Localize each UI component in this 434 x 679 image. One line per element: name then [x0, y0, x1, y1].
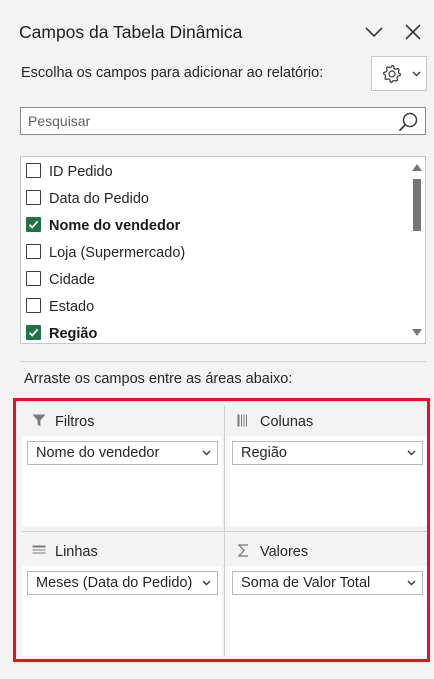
area-field-pill[interactable]: Soma de Valor Total: [232, 571, 423, 595]
area-valores: Valores Soma de Valor Total: [227, 536, 427, 656]
checkbox[interactable]: [26, 271, 41, 286]
area-drop-zone[interactable]: Soma de Valor Total: [227, 566, 427, 656]
checkmark-icon: [28, 220, 39, 229]
search-box: [20, 107, 426, 135]
gear-icon: [382, 64, 402, 84]
area-header: Filtros: [22, 406, 222, 436]
area-title: Filtros: [55, 414, 95, 430]
chevron-down-icon[interactable]: [364, 24, 384, 40]
area-drop-zone[interactable]: Região: [227, 436, 427, 526]
area-drop-zone[interactable]: Meses (Data do Pedido): [22, 566, 222, 656]
chevron-down-icon: [412, 71, 421, 77]
field-item-regiao[interactable]: Região: [21, 321, 409, 343]
drag-hint-label: Arraste os campos entre as áreas abaixo:: [24, 371, 293, 387]
checkbox-checked[interactable]: [26, 325, 41, 340]
pivot-field-list-pane: Campos da Tabela Dinâmica Escolha os cam…: [0, 0, 434, 679]
pill-label: Nome do vendedor: [36, 445, 160, 461]
search-icon[interactable]: [397, 111, 419, 133]
checkbox[interactable]: [26, 163, 41, 178]
sigma-icon: [237, 544, 248, 557]
chevron-down-icon[interactable]: [407, 450, 416, 456]
area-title: Colunas: [260, 414, 314, 430]
pill-label: Meses (Data do Pedido): [36, 575, 193, 591]
area-drop-zone[interactable]: Nome do vendedor: [22, 436, 222, 526]
pill-label: Soma de Valor Total: [241, 575, 371, 591]
pane-title: Campos da Tabela Dinâmica: [19, 22, 243, 42]
field-label: ID Pedido: [49, 164, 113, 180]
choose-fields-label: Escolha os campos para adicionar ao rela…: [21, 65, 324, 81]
columns-icon: [237, 414, 247, 427]
scroll-thumb[interactable]: [413, 179, 421, 231]
field-list: ID Pedido Data do Pedido Nome do vendedo…: [20, 156, 426, 344]
chevron-down-icon[interactable]: [202, 450, 211, 456]
area-header: Colunas: [227, 406, 427, 436]
pill-label: Região: [241, 445, 287, 461]
checkbox-checked[interactable]: [26, 217, 41, 232]
checkbox[interactable]: [26, 244, 41, 259]
checkbox[interactable]: [26, 298, 41, 313]
field-label: Loja (Supermercado): [49, 245, 186, 261]
checkmark-icon: [28, 328, 39, 337]
scroll-up-arrow-icon[interactable]: [412, 164, 422, 171]
field-item-cidade[interactable]: Cidade: [21, 267, 409, 294]
rows-icon: [32, 545, 46, 554]
field-label: Cidade: [49, 272, 95, 288]
field-item-estado[interactable]: Estado: [21, 294, 409, 321]
chevron-down-icon[interactable]: [202, 580, 211, 586]
field-item-data-do-pedido[interactable]: Data do Pedido: [21, 186, 409, 213]
area-linhas: Linhas Meses (Data do Pedido): [22, 536, 222, 656]
field-label: Data do Pedido: [49, 191, 149, 207]
area-filtros: Filtros Nome do vendedor: [22, 406, 222, 526]
section-divider: [20, 361, 426, 362]
pivot-areas: Filtros Nome do vendedor Colunas Região …: [13, 398, 430, 662]
field-list-scrollbar[interactable]: [408, 157, 425, 343]
area-field-pill[interactable]: Nome do vendedor: [27, 441, 218, 465]
area-horizontal-divider: [22, 531, 427, 532]
area-title: Linhas: [55, 544, 98, 560]
field-label: Região: [49, 326, 98, 342]
field-item-id-pedido[interactable]: ID Pedido: [21, 159, 409, 186]
area-field-pill[interactable]: Meses (Data do Pedido): [27, 571, 218, 595]
scroll-down-arrow-icon[interactable]: [412, 329, 422, 336]
chevron-down-icon[interactable]: [407, 580, 416, 586]
area-title: Valores: [260, 544, 309, 560]
area-header: Linhas: [22, 536, 222, 566]
field-label: Estado: [49, 299, 95, 315]
close-icon[interactable]: [404, 23, 422, 41]
tools-button[interactable]: [371, 56, 427, 91]
checkbox[interactable]: [26, 190, 41, 205]
area-header: Valores: [227, 536, 427, 566]
filter-icon: [32, 414, 46, 427]
field-item-nome-do-vendedor[interactable]: Nome do vendedor: [21, 213, 409, 240]
search-input[interactable]: [21, 108, 391, 134]
area-field-pill[interactable]: Região: [232, 441, 423, 465]
field-label: Nome do vendedor: [49, 218, 181, 234]
field-item-loja[interactable]: Loja (Supermercado): [21, 240, 409, 267]
area-colunas: Colunas Região: [227, 406, 427, 526]
